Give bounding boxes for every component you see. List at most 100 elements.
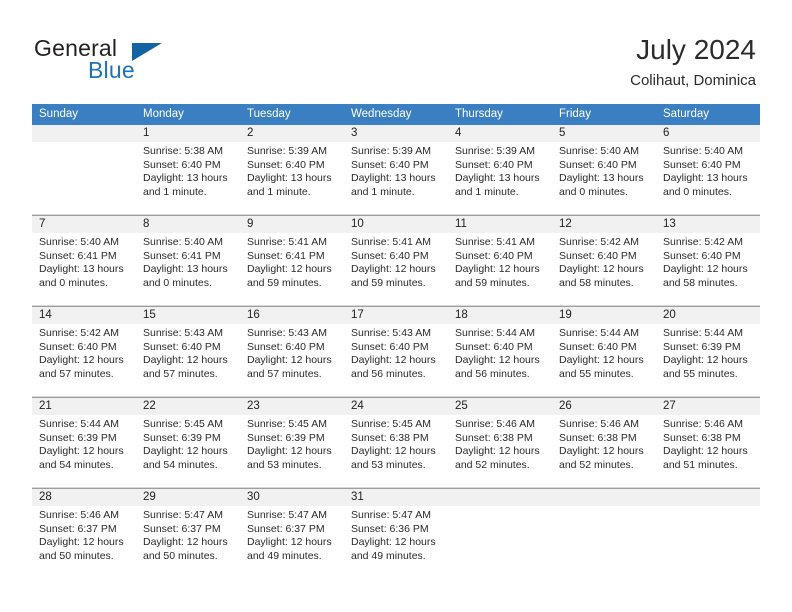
day-cell-8[interactable]: 8 Sunrise: 5:40 AM Sunset: 6:41 PM Daylight… <box>136 216 240 305</box>
sunset-text: Sunset: 6:40 PM <box>143 158 221 171</box>
day-cell-4[interactable]: 4 Sunrise: 5:39 AM Sunset: 6:40 PM Daylight… <box>448 125 552 214</box>
daylight-text: Daylight: 13 hours <box>39 263 124 276</box>
day-cell-11[interactable]: 11 Sunrise: 5:41 AM Sunset: 6:40 PM Dayligh… <box>448 216 552 305</box>
sunset-text: Sunset: 6:40 PM <box>455 158 533 171</box>
sunrise-text: Sunrise: 5:42 AM <box>559 236 639 248</box>
sunrise-text: Sunrise: 5:47 AM <box>143 509 223 521</box>
daylight-text: and 49 minutes. <box>247 549 322 562</box>
calendar-week-row: 21 Sunrise: 5:44 AM Sunset: 6:39 PM Dayligh… <box>32 397 760 488</box>
day-number <box>552 489 656 506</box>
day-cell-5[interactable]: 5 Sunrise: 5:40 AM Sunset: 6:40 PM Daylight… <box>552 125 656 214</box>
day-cell-17[interactable]: 17 Sunrise: 5:43 AM Sunset: 6:40 PM Dayligh… <box>344 307 448 396</box>
page-subtitle-location: Colihaut, Dominica <box>630 72 756 89</box>
day-details: Sunrise: 5:39 AM Sunset: 6:40 PM Daylight:… <box>240 142 344 199</box>
day-cell-15[interactable]: 15 Sunrise: 5:43 AM Sunset: 6:40 PM Dayligh… <box>136 307 240 396</box>
daylight-text: and 58 minutes. <box>559 276 634 289</box>
day-cell-31[interactable]: 31 Sunrise: 5:47 AM Sunset: 6:36 PM Dayligh… <box>344 489 448 578</box>
sunset-text: Sunset: 6:40 PM <box>351 340 429 353</box>
day-cell-6[interactable]: 6 Sunrise: 5:40 AM Sunset: 6:40 PM Daylight… <box>656 125 760 214</box>
sunrise-text: Sunrise: 5:41 AM <box>455 236 535 248</box>
daylight-text: Daylight: 13 hours <box>455 172 540 185</box>
day-number: 22 <box>136 398 240 415</box>
daylight-text: Daylight: 12 hours <box>559 354 644 367</box>
day-cell-21[interactable]: 21 Sunrise: 5:44 AM Sunset: 6:39 PM Dayligh… <box>32 398 136 487</box>
daylight-text: and 1 minute. <box>351 185 415 198</box>
sunrise-text: Sunrise: 5:45 AM <box>351 418 431 430</box>
day-cell-13[interactable]: 13 Sunrise: 5:42 AM Sunset: 6:40 PM Dayligh… <box>656 216 760 305</box>
sunset-text: Sunset: 6:39 PM <box>39 431 117 444</box>
daylight-text: Daylight: 13 hours <box>351 172 436 185</box>
day-cell-2[interactable]: 2 Sunrise: 5:39 AM Sunset: 6:40 PM Daylight… <box>240 125 344 214</box>
day-cell-25[interactable]: 25 Sunrise: 5:46 AM Sunset: 6:38 PM Dayligh… <box>448 398 552 487</box>
daylight-text: Daylight: 13 hours <box>143 172 228 185</box>
day-cell-28[interactable]: 28 Sunrise: 5:46 AM Sunset: 6:37 PM Dayligh… <box>32 489 136 578</box>
day-cell-20[interactable]: 20 Sunrise: 5:44 AM Sunset: 6:39 PM Dayligh… <box>656 307 760 396</box>
day-cell-10[interactable]: 10 Sunrise: 5:41 AM Sunset: 6:40 PM Dayligh… <box>344 216 448 305</box>
day-cell-16[interactable]: 16 Sunrise: 5:43 AM Sunset: 6:40 PM Dayligh… <box>240 307 344 396</box>
sunset-text: Sunset: 6:39 PM <box>247 431 325 444</box>
day-cell-3[interactable]: 3 Sunrise: 5:39 AM Sunset: 6:40 PM Daylight… <box>344 125 448 214</box>
day-number: 19 <box>552 307 656 324</box>
day-cell-22[interactable]: 22 Sunrise: 5:45 AM Sunset: 6:39 PM Dayligh… <box>136 398 240 487</box>
daylight-text: and 49 minutes. <box>351 549 426 562</box>
day-number <box>448 489 552 506</box>
day-cell-9[interactable]: 9 Sunrise: 5:41 AM Sunset: 6:41 PM Daylight… <box>240 216 344 305</box>
daylight-text: Daylight: 12 hours <box>39 354 124 367</box>
sunrise-text: Sunrise: 5:43 AM <box>351 327 431 339</box>
day-details: Sunrise: 5:46 AM Sunset: 6:37 PM Daylight:… <box>32 506 136 563</box>
day-details: Sunrise: 5:41 AM Sunset: 6:40 PM Daylight:… <box>448 233 552 290</box>
daylight-text: Daylight: 12 hours <box>247 263 332 276</box>
day-number: 11 <box>448 216 552 233</box>
day-number: 31 <box>344 489 448 506</box>
calendar-week-row: 7 Sunrise: 5:40 AM Sunset: 6:41 PM Daylight… <box>32 215 760 306</box>
sunset-text: Sunset: 6:39 PM <box>663 340 741 353</box>
daylight-text: Daylight: 12 hours <box>143 445 228 458</box>
daylight-text: and 0 minutes. <box>39 276 108 289</box>
day-cell-30[interactable]: 30 Sunrise: 5:47 AM Sunset: 6:37 PM Dayligh… <box>240 489 344 578</box>
day-cell-19[interactable]: 19 Sunrise: 5:44 AM Sunset: 6:40 PM Dayligh… <box>552 307 656 396</box>
day-cell-empty <box>32 125 136 214</box>
sunrise-text: Sunrise: 5:40 AM <box>39 236 119 248</box>
daylight-text: Daylight: 12 hours <box>351 536 436 549</box>
daylight-text: Daylight: 12 hours <box>351 354 436 367</box>
sunrise-text: Sunrise: 5:46 AM <box>663 418 743 430</box>
day-cell-12[interactable]: 12 Sunrise: 5:42 AM Sunset: 6:40 PM Dayligh… <box>552 216 656 305</box>
day-cell-1[interactable]: 1 Sunrise: 5:38 AM Sunset: 6:40 PM Daylight… <box>136 125 240 214</box>
sunset-text: Sunset: 6:40 PM <box>663 158 741 171</box>
day-details: Sunrise: 5:42 AM Sunset: 6:40 PM Daylight:… <box>552 233 656 290</box>
daylight-text: Daylight: 12 hours <box>559 445 644 458</box>
weekday-header-monday: Monday <box>143 108 184 120</box>
calendar-weeks: 1 Sunrise: 5:38 AM Sunset: 6:40 PM Daylight… <box>32 125 760 578</box>
day-cell-27[interactable]: 27 Sunrise: 5:46 AM Sunset: 6:38 PM Dayligh… <box>656 398 760 487</box>
day-details <box>448 506 552 509</box>
sunset-text: Sunset: 6:40 PM <box>559 158 637 171</box>
sunrise-text: Sunrise: 5:45 AM <box>247 418 327 430</box>
daylight-text: and 59 minutes. <box>351 276 426 289</box>
day-details <box>32 142 136 145</box>
day-cell-26[interactable]: 26 Sunrise: 5:46 AM Sunset: 6:38 PM Dayligh… <box>552 398 656 487</box>
day-cell-23[interactable]: 23 Sunrise: 5:45 AM Sunset: 6:39 PM Dayligh… <box>240 398 344 487</box>
sunset-text: Sunset: 6:38 PM <box>663 431 741 444</box>
day-cell-24[interactable]: 24 Sunrise: 5:45 AM Sunset: 6:38 PM Dayligh… <box>344 398 448 487</box>
day-cell-7[interactable]: 7 Sunrise: 5:40 AM Sunset: 6:41 PM Daylight… <box>32 216 136 305</box>
sunrise-text: Sunrise: 5:43 AM <box>143 327 223 339</box>
day-number: 2 <box>240 125 344 142</box>
day-number: 6 <box>656 125 760 142</box>
daylight-text: and 0 minutes. <box>143 276 212 289</box>
sunrise-text: Sunrise: 5:47 AM <box>247 509 327 521</box>
calendar-week-row: 14 Sunrise: 5:42 AM Sunset: 6:40 PM Dayligh… <box>32 306 760 397</box>
sunrise-text: Sunrise: 5:44 AM <box>39 418 119 430</box>
sunrise-text: Sunrise: 5:38 AM <box>143 145 223 157</box>
daylight-text: and 55 minutes. <box>559 367 634 380</box>
day-cell-18[interactable]: 18 Sunrise: 5:44 AM Sunset: 6:40 PM Dayligh… <box>448 307 552 396</box>
day-cell-29[interactable]: 29 Sunrise: 5:47 AM Sunset: 6:37 PM Dayligh… <box>136 489 240 578</box>
sunrise-text: Sunrise: 5:44 AM <box>455 327 535 339</box>
sunrise-text: Sunrise: 5:43 AM <box>247 327 327 339</box>
day-details: Sunrise: 5:40 AM Sunset: 6:41 PM Daylight:… <box>136 233 240 290</box>
day-number: 28 <box>32 489 136 506</box>
weekday-header-saturday: Saturday <box>663 108 710 120</box>
sunrise-text: Sunrise: 5:40 AM <box>143 236 223 248</box>
daylight-text: and 59 minutes. <box>247 276 322 289</box>
day-cell-14[interactable]: 14 Sunrise: 5:42 AM Sunset: 6:40 PM Dayligh… <box>32 307 136 396</box>
sunset-text: Sunset: 6:40 PM <box>559 249 637 262</box>
